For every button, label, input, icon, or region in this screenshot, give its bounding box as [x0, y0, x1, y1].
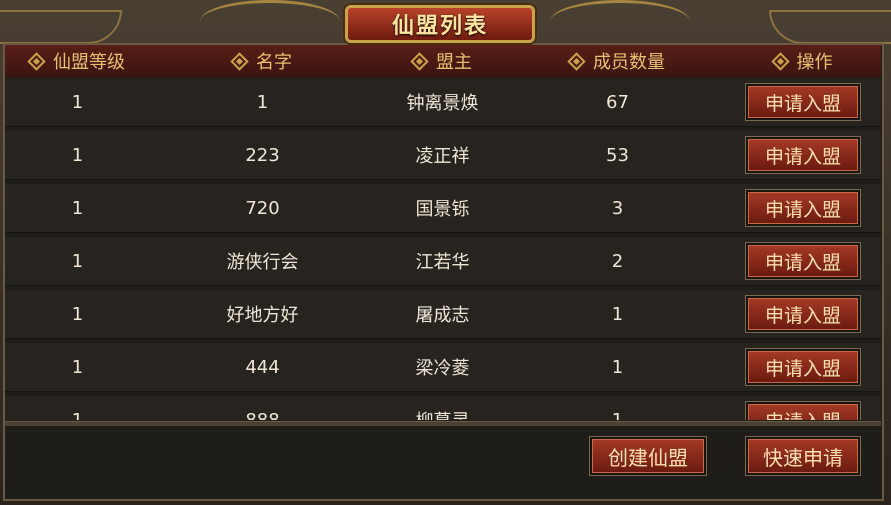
- guild-members: 3: [611, 197, 624, 219]
- guild-name: 888: [245, 409, 280, 421]
- guild-level: 1: [71, 91, 84, 113]
- table-row: 1 720 国景铄 3 申请入盟: [5, 184, 881, 233]
- guild-level: 1: [71, 197, 84, 219]
- table-row: 1 444 梁冷菱 1 申请入盟: [5, 343, 881, 392]
- guild-name: 223: [245, 144, 280, 166]
- diamond-icon: [27, 51, 46, 71]
- header-label: 仙盟等级: [53, 52, 125, 73]
- header-leader: 盟主: [375, 48, 510, 74]
- guild-leader: 梁冷菱: [415, 358, 470, 379]
- diamond-icon: [230, 51, 249, 71]
- guild-name: 1: [256, 91, 269, 113]
- guild-list[interactable]: 1 1 钟离景焕 67 申请入盟 1 223 凌正祥 53 申请入盟 1 720…: [5, 78, 881, 420]
- guild-members: 2: [611, 250, 624, 272]
- diamond-icon: [567, 51, 586, 71]
- page-title: 仙盟列表: [391, 14, 488, 39]
- guild-level: 1: [71, 303, 84, 325]
- action-cell: 申请入盟: [725, 189, 881, 227]
- apply-join-button[interactable]: 申请入盟: [745, 401, 861, 420]
- guild-name: 游侠行会: [226, 252, 299, 273]
- action-cell: 申请入盟: [725, 83, 881, 121]
- title-ornament-right: [550, 0, 690, 43]
- guild-name: 好地方好: [226, 305, 299, 326]
- guild-members: 1: [611, 356, 624, 378]
- quick-apply-button[interactable]: 快速申请: [745, 436, 861, 476]
- header-label: 盟主: [436, 52, 472, 73]
- guild-name: 720: [245, 197, 280, 219]
- guild-leader: 江若华: [415, 252, 470, 273]
- apply-join-button[interactable]: 申请入盟: [745, 242, 861, 280]
- guild-level: 1: [71, 250, 84, 272]
- apply-join-button[interactable]: 申请入盟: [745, 295, 861, 333]
- guild-leader: 柳慕灵: [375, 407, 510, 420]
- action-cell: 申请入盟: [725, 348, 881, 386]
- frame-corner-right: [769, 10, 891, 44]
- guild-name: 444: [245, 356, 280, 378]
- diamond-icon: [410, 51, 429, 71]
- table-row: 1 888 柳慕灵 1 申请入盟: [5, 396, 881, 420]
- divider: [5, 421, 881, 426]
- title-ornament-left: [200, 0, 340, 43]
- apply-join-button[interactable]: 申请入盟: [745, 348, 861, 386]
- guild-level: 1: [71, 144, 84, 166]
- table-row: 1 好地方好 屠成志 1 申请入盟: [5, 290, 881, 339]
- apply-join-button[interactable]: 申请入盟: [745, 83, 861, 121]
- header-label: 成员数量: [593, 52, 665, 73]
- header-name: 名字: [150, 48, 375, 74]
- guild-members: 1: [611, 303, 624, 325]
- guild-leader: 钟离景焕: [406, 93, 479, 114]
- action-cell: 申请入盟: [725, 242, 881, 280]
- create-guild-button[interactable]: 创建仙盟: [589, 436, 707, 476]
- header-level: 仙盟等级: [5, 48, 150, 74]
- table-row: 1 1 钟离景焕 67 申请入盟: [5, 78, 881, 127]
- guild-members: 67: [606, 91, 629, 113]
- frame-corner-left: [0, 10, 122, 44]
- title-plaque: 仙盟列表: [345, 5, 535, 43]
- guild-level: 1: [71, 356, 84, 378]
- guild-level: 1: [71, 409, 84, 421]
- header-members: 成员数量: [510, 48, 725, 74]
- table-row: 1 223 凌正祥 53 申请入盟: [5, 131, 881, 180]
- apply-join-button[interactable]: 申请入盟: [745, 189, 861, 227]
- header-label: 操作: [796, 52, 833, 73]
- apply-join-button[interactable]: 申请入盟: [745, 136, 861, 174]
- header-label: 名字: [256, 52, 292, 73]
- diamond-icon: [770, 51, 790, 71]
- table-header: 仙盟等级 名字 盟主 成员数量 操作: [5, 45, 881, 77]
- guild-members: 1: [611, 409, 624, 421]
- guild-leader: 国景铄: [415, 199, 470, 220]
- guild-leader: 屠成志: [415, 305, 470, 326]
- guild-members: 53: [606, 144, 629, 166]
- action-cell: 申请入盟: [725, 401, 881, 420]
- table-row: 1 游侠行会 江若华 2 申请入盟: [5, 237, 881, 286]
- guild-leader: 凌正祥: [415, 146, 470, 167]
- header-action: 操作: [725, 48, 881, 74]
- action-cell: 申请入盟: [725, 136, 881, 174]
- action-cell: 申请入盟: [725, 295, 881, 333]
